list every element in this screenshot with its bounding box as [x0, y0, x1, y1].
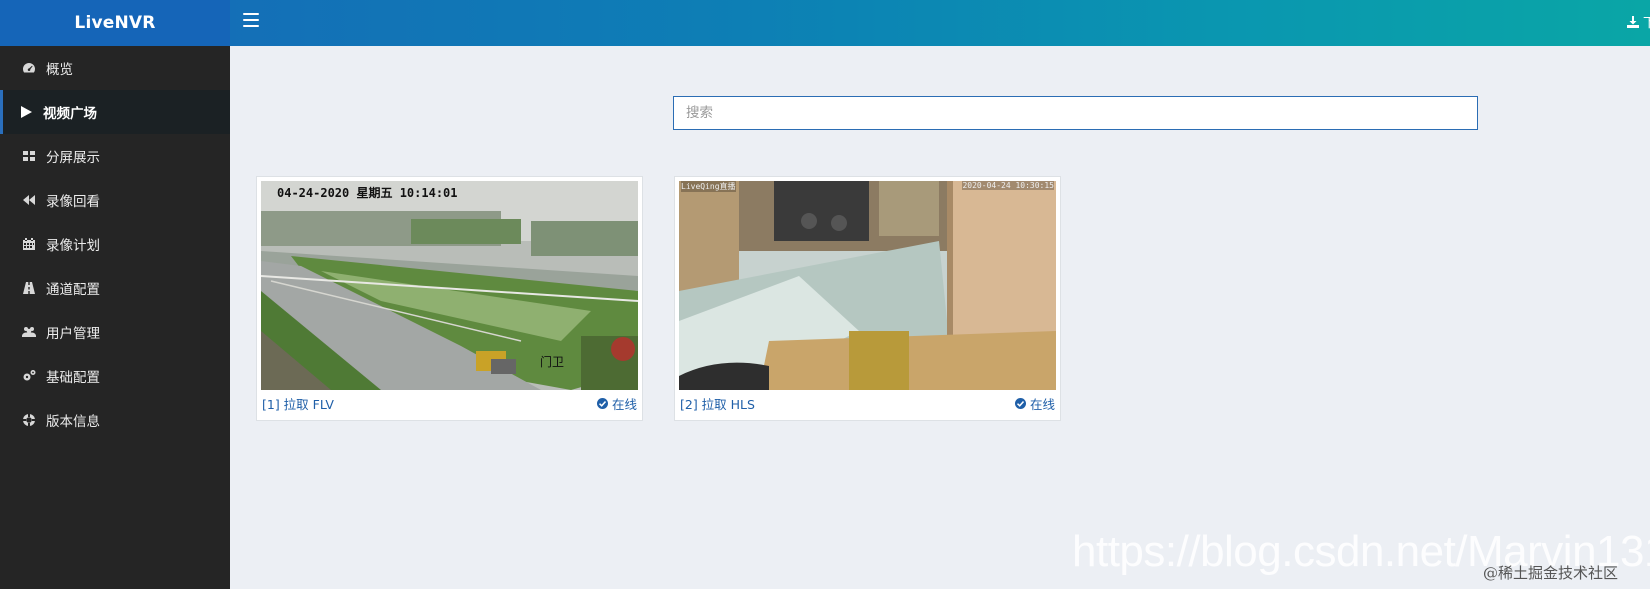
sidebar-item-record-plan[interactable]: 录像计划	[0, 222, 230, 266]
calendar-icon	[21, 236, 37, 252]
top-header: LiveNVR 下	[0, 0, 1650, 46]
sidebar-item-video-square[interactable]: 视频广场	[0, 90, 230, 134]
search-input[interactable]	[673, 96, 1478, 130]
dashboard-icon	[21, 60, 37, 76]
sidebar-item-label: 版本信息	[46, 414, 100, 430]
status-badge: 在线	[596, 394, 637, 413]
watermark-community: @稀土掘金技术社区	[1483, 564, 1619, 582]
download-label: 下	[1642, 16, 1650, 31]
video-timestamp: 2020-04-24 10:30:15	[962, 181, 1054, 190]
sidebar-item-label: 分屏展示	[46, 150, 100, 166]
road-icon	[21, 280, 37, 296]
backward-icon	[21, 192, 37, 208]
camera-snapshot-outdoor	[261, 181, 638, 390]
video-overlay-label: 门卫	[540, 355, 565, 369]
grid-icon	[21, 148, 37, 164]
sidebar: 概览 视频广场 分屏展示 录像回看 录像计划 通道配置 用户管理 基础配置 版本…	[0, 46, 230, 589]
sidebar-item-user-management[interactable]: 用户管理	[0, 310, 230, 354]
sidebar-item-label: 视频广场	[43, 106, 97, 122]
check-circle-icon	[1014, 397, 1026, 409]
sidebar-item-version-info[interactable]: 版本信息	[0, 398, 230, 442]
lifebuoy-icon	[21, 412, 37, 428]
download-button[interactable]: 下	[1626, 12, 1650, 31]
video-thumbnail[interactable]: 04-24-2020 星期五 10:14:01 门卫	[261, 181, 638, 390]
play-icon	[18, 104, 34, 120]
video-timestamp: 04-24-2020 星期五 10:14:01	[277, 186, 458, 200]
sidebar-item-label: 通道配置	[46, 282, 100, 298]
bars-icon[interactable]	[243, 13, 259, 29]
video-overlay-brand: LiveQing直播	[681, 181, 736, 192]
sidebar-item-label: 用户管理	[46, 326, 100, 342]
sidebar-item-label: 概览	[46, 62, 73, 78]
sidebar-item-playback[interactable]: 录像回看	[0, 178, 230, 222]
channel-card: LiveQing直播 2020-04-24 10:30:15 [2] 拉取 HL…	[674, 176, 1061, 421]
status-label: 在线	[1029, 396, 1055, 412]
sidebar-item-basic-config[interactable]: 基础配置	[0, 354, 230, 398]
sidebar-item-label: 录像计划	[46, 238, 100, 254]
video-thumbnail[interactable]: LiveQing直播 2020-04-24 10:30:15	[679, 181, 1056, 390]
cogs-icon	[21, 368, 37, 384]
users-icon	[21, 324, 37, 340]
channel-name-link[interactable]: [1] 拉取 FLV	[262, 394, 334, 413]
sidebar-item-overview[interactable]: 概览	[0, 46, 230, 90]
sidebar-item-label: 录像回看	[46, 194, 100, 210]
download-icon	[1626, 15, 1639, 28]
channel-name-link[interactable]: [2] 拉取 HLS	[680, 394, 755, 413]
camera-snapshot-indoor	[679, 181, 1056, 390]
check-circle-icon	[596, 397, 608, 409]
status-label: 在线	[611, 396, 637, 412]
sidebar-item-channel-config[interactable]: 通道配置	[0, 266, 230, 310]
sidebar-item-split-screen[interactable]: 分屏展示	[0, 134, 230, 178]
channel-card: 04-24-2020 星期五 10:14:01 门卫 [1] 拉取 FLV 在线	[256, 176, 643, 421]
status-badge: 在线	[1014, 394, 1055, 413]
app-logo[interactable]: LiveNVR	[0, 0, 230, 46]
sidebar-item-label: 基础配置	[46, 370, 100, 386]
